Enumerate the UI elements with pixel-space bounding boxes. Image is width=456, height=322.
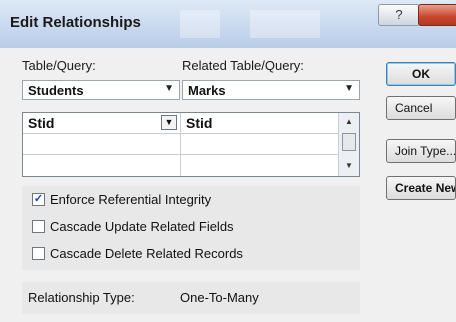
scroll-down-icon[interactable]: ▼ <box>339 161 359 170</box>
table-query-select[interactable]: Students ▼ <box>22 80 180 100</box>
table-query-value: Students <box>28 83 84 98</box>
table-query-label: Table/Query: <box>22 58 96 73</box>
left-field-value: Stid <box>28 115 55 131</box>
title-bar-stripe <box>180 10 220 38</box>
checkbox-checked[interactable]: ✓ <box>32 193 45 206</box>
right-field-value: Stid <box>186 115 213 131</box>
join-type-button[interactable]: Join Type... <box>386 139 456 163</box>
checkbox[interactable] <box>32 247 45 260</box>
help-button[interactable]: ? <box>378 4 420 26</box>
checkbox-label[interactable]: Cascade Delete Related Records <box>50 246 243 261</box>
ok-button[interactable]: OK <box>386 62 456 86</box>
window-title: Edit Relationships <box>10 14 141 31</box>
checkbox[interactable] <box>32 220 45 233</box>
edit-relationships-dialog: Edit Relationships ? Table/Query: Relate… <box>0 0 456 322</box>
related-table-query-label: Related Table/Query: <box>182 58 304 73</box>
checkbox-label[interactable]: Cascade Update Related Fields <box>50 219 234 234</box>
relationship-type-value: One-To-Many <box>180 290 259 305</box>
relationship-type-label: Relationship Type: <box>28 290 135 305</box>
related-table-query-select[interactable]: Marks ▼ <box>182 80 360 100</box>
table-row-left-field[interactable] <box>23 155 181 176</box>
related-table-query-value: Marks <box>188 83 226 98</box>
close-button[interactable] <box>418 4 456 26</box>
table-row-right-field[interactable]: Stid <box>181 113 339 134</box>
table-row-right-field[interactable] <box>181 134 339 155</box>
checkbox-label[interactable]: Enforce Referential Integrity <box>50 192 211 207</box>
chevron-down-icon[interactable]: ▼ <box>344 83 354 94</box>
chevron-down-icon[interactable]: ▼ <box>161 115 177 130</box>
grid-scrollbar[interactable]: ▲ ▼ <box>338 113 359 176</box>
cancel-button[interactable]: Cancel <box>386 96 456 120</box>
field-mapping-grid: Stid ▼ Stid ▲ ▼ <box>22 112 360 177</box>
create-new-button[interactable]: Create New... <box>386 176 456 200</box>
title-bar-stripe <box>250 10 320 38</box>
scrollbar-thumb[interactable] <box>342 133 356 151</box>
chevron-down-icon[interactable]: ▼ <box>164 83 174 94</box>
title-bar[interactable]: Edit Relationships ? <box>0 0 456 48</box>
scroll-up-icon[interactable]: ▲ <box>339 117 359 126</box>
table-row-right-field[interactable] <box>181 155 339 176</box>
table-row-left-field[interactable] <box>23 134 181 155</box>
relationship-type-panel: Relationship Type: One-To-Many <box>22 282 360 314</box>
table-row-left-field[interactable]: Stid ▼ <box>23 113 181 134</box>
options-group: ✓ Enforce Referential Integrity Cascade … <box>22 186 360 270</box>
